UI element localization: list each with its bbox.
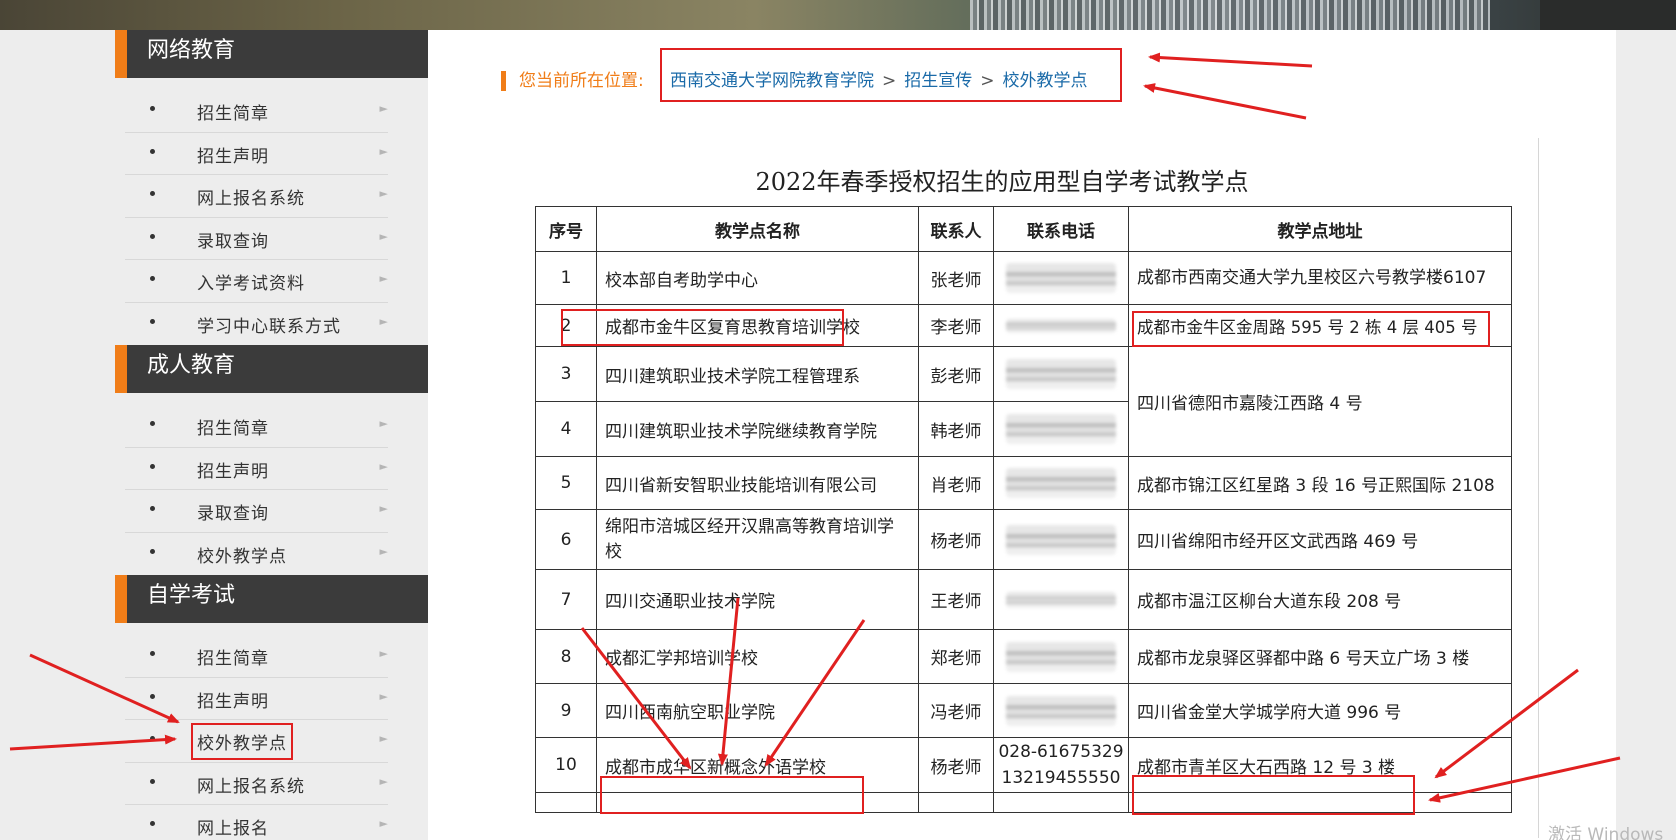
arrow-to-breadcrumb (1143, 83, 1307, 120)
arrow-to-sidebar-item (29, 653, 180, 724)
arrow-to-address (1428, 756, 1621, 803)
arrow-to-sidebar-item (9, 734, 177, 751)
windows-activation-watermark: 激活 Windows (1548, 825, 1664, 840)
arrow-to-breadcrumb (1148, 52, 1313, 68)
arrow-to-address (1434, 668, 1579, 779)
annotation-arrows (9, 52, 1621, 803)
arrow-to-school (717, 597, 740, 766)
arrow-to-school (764, 619, 866, 767)
arrow-to-school (580, 627, 692, 770)
